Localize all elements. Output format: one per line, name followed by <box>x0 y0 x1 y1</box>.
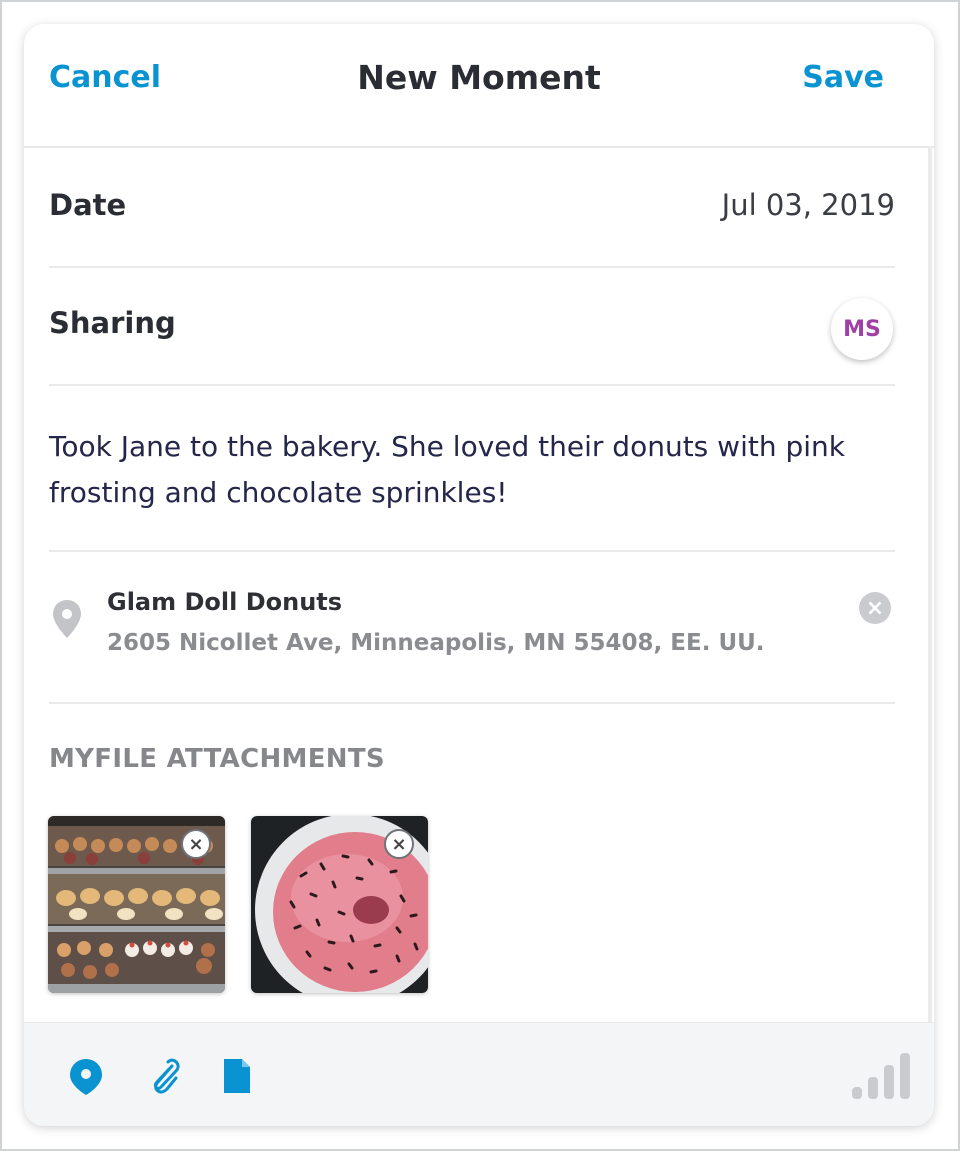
location-pin-icon[interactable] <box>68 1057 104 1101</box>
sharing-row[interactable]: Sharing MS <box>49 266 895 386</box>
date-row[interactable]: Date Jul 03, 2019 <box>49 146 895 268</box>
close-icon: × <box>188 833 204 855</box>
location-address: 2605 Nicollet Ave, Minneapolis, MN 55408… <box>107 630 765 656</box>
sharing-label: Sharing <box>49 306 176 340</box>
paperclip-icon[interactable] <box>146 1057 180 1101</box>
location-pin-icon <box>51 598 83 640</box>
attachment-thumbnail[interactable]: × <box>251 816 428 993</box>
note-row[interactable]: Took Jane to the bakery. She loved their… <box>49 384 895 552</box>
remove-attachment-button[interactable]: × <box>384 829 414 859</box>
bottom-toolbar <box>24 1022 934 1126</box>
note-text-field[interactable]: Took Jane to the bakery. She loved their… <box>49 424 895 516</box>
date-label: Date <box>49 188 127 222</box>
new-moment-dialog: Cancel New Moment Save Date Jul 03, 2019… <box>24 24 934 1126</box>
close-icon: × <box>391 833 407 855</box>
date-value[interactable]: Jul 03, 2019 <box>722 188 895 222</box>
header-bar: Cancel New Moment Save <box>24 24 934 148</box>
clear-location-button[interactable]: × <box>859 592 891 624</box>
document-icon[interactable] <box>222 1057 252 1099</box>
attachments-heading: MYFILE ATTACHMENTS <box>49 744 385 774</box>
page-title: New Moment <box>357 58 601 97</box>
close-icon: × <box>865 595 885 621</box>
attachment-thumbnail[interactable]: × <box>48 816 225 993</box>
signal-strength-icon <box>852 1051 910 1103</box>
avatar[interactable]: MS <box>831 298 893 360</box>
location-name: Glam Doll Donuts <box>107 588 343 616</box>
save-button[interactable]: Save <box>802 60 884 95</box>
scrollbar[interactable] <box>928 146 932 1022</box>
location-row[interactable]: Glam Doll Donuts 2605 Nicollet Ave, Minn… <box>49 550 895 704</box>
remove-attachment-button[interactable]: × <box>181 829 211 859</box>
